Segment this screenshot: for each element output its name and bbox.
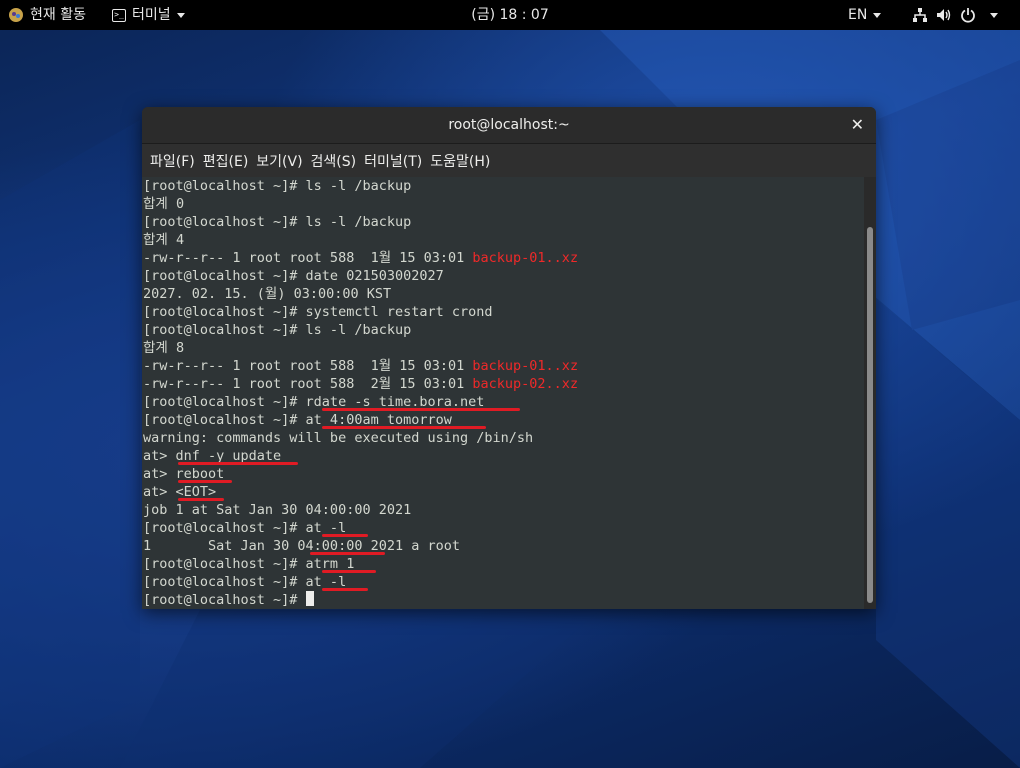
scrollbar[interactable] — [864, 177, 876, 609]
menu-file[interactable]: 파일(F) — [146, 151, 199, 171]
terminal-line: [root@localhost ~]# ls -l /backup — [143, 322, 412, 338]
backup-filename: backup-02..xz — [472, 376, 579, 392]
chevron-down-icon — [176, 12, 185, 18]
menu-view[interactable]: 보기(V) — [252, 151, 306, 171]
top-panel: 현재 활동 >_ 터미널 (금) 18 : 07 EN — [0, 0, 1020, 30]
terminal-line: [root@localhost ~]# ls -l /backup — [143, 214, 412, 230]
terminal-line: 합계 8 — [143, 340, 185, 356]
terminal-line: 합계 4 — [143, 232, 185, 248]
window-titlebar[interactable]: root@localhost:~ ✕ — [142, 107, 876, 144]
chevron-down-icon — [990, 12, 998, 18]
power-icon — [961, 8, 975, 23]
menu-search[interactable]: 검색(S) — [307, 151, 361, 171]
language-label: EN — [848, 7, 868, 23]
system-menu[interactable] — [912, 0, 998, 30]
activities-label: 현재 활동 — [30, 7, 86, 23]
annotation-underline — [322, 426, 486, 429]
terminal-icon: >_ — [112, 8, 126, 22]
annotation-underline — [310, 552, 385, 555]
annotation-underline — [178, 480, 232, 483]
terminal-line: [root@localhost ~]# date 021503002027 — [143, 268, 444, 284]
menu-bar: 파일(F) 편집(E) 보기(V) 검색(S) 터미널(T) 도움말(H) — [142, 144, 876, 177]
network-wired-icon — [913, 8, 927, 22]
window-title: root@localhost:~ — [448, 117, 570, 133]
terminal-line: 2027. 02. 15. (월) 03:00:00 KST — [143, 286, 392, 302]
app-menu-terminal[interactable]: >_ 터미널 — [112, 0, 185, 30]
terminal-line: [root@localhost ~]# systemctl restart cr… — [143, 304, 493, 320]
terminal-prompt-line: [root@localhost ~]# — [143, 591, 314, 609]
annotation-underline — [178, 462, 298, 465]
backup-filename: backup-01..xz — [472, 358, 579, 374]
terminal-line: 합계 0 — [143, 196, 185, 212]
annotation-underline — [322, 534, 368, 537]
terminal-window: root@localhost:~ ✕ 파일(F) 편집(E) 보기(V) 검색(… — [142, 107, 876, 609]
terminal-line: -rw-r--r-- 1 root root 588 1월 15 03:01 b… — [143, 250, 579, 266]
terminal-line: -rw-r--r-- 1 root root 588 2월 15 03:01 b… — [143, 376, 579, 392]
scrollbar-thumb[interactable] — [867, 227, 873, 603]
terminal-line: [root@localhost ~]# at -l — [143, 520, 347, 536]
annotation-underline — [322, 408, 520, 411]
volume-icon — [937, 9, 951, 21]
close-icon[interactable]: ✕ — [851, 115, 864, 134]
terminal-line: 1 Sat Jan 30 04:00:00 2021 a root — [143, 538, 460, 554]
clock-label[interactable]: (금) 18 : 07 — [471, 0, 549, 30]
chevron-down-icon — [873, 12, 882, 18]
annotation-underline — [322, 570, 376, 573]
terminal-line: job 1 at Sat Jan 30 04:00:00 2021 — [143, 502, 412, 518]
terminal-line: warning: commands will be executed using… — [143, 430, 534, 446]
menu-terminal[interactable]: 터미널(T) — [360, 151, 426, 171]
terminal-line: [root@localhost ~]# ls -l /backup — [143, 178, 412, 194]
app-menu-label: 터미널 — [132, 7, 171, 23]
terminal-output[interactable]: [root@localhost ~]# ls -l /backup 합계 0 [… — [142, 177, 864, 609]
menu-edit[interactable]: 편집(E) — [199, 151, 253, 171]
activities-button[interactable]: 현재 활동 — [8, 0, 86, 30]
menu-help[interactable]: 도움말(H) — [426, 151, 494, 171]
input-language-menu[interactable]: EN — [848, 0, 882, 30]
text-cursor — [305, 591, 314, 606]
terminal-line: -rw-r--r-- 1 root root 588 1월 15 03:01 b… — [143, 358, 579, 374]
annotation-underline — [322, 588, 368, 591]
terminal-line: [root@localhost ~]# at -l — [143, 574, 347, 590]
backup-filename: backup-01..xz — [472, 250, 579, 266]
annotation-underline — [178, 498, 224, 501]
gnome-foot-icon — [9, 8, 23, 22]
